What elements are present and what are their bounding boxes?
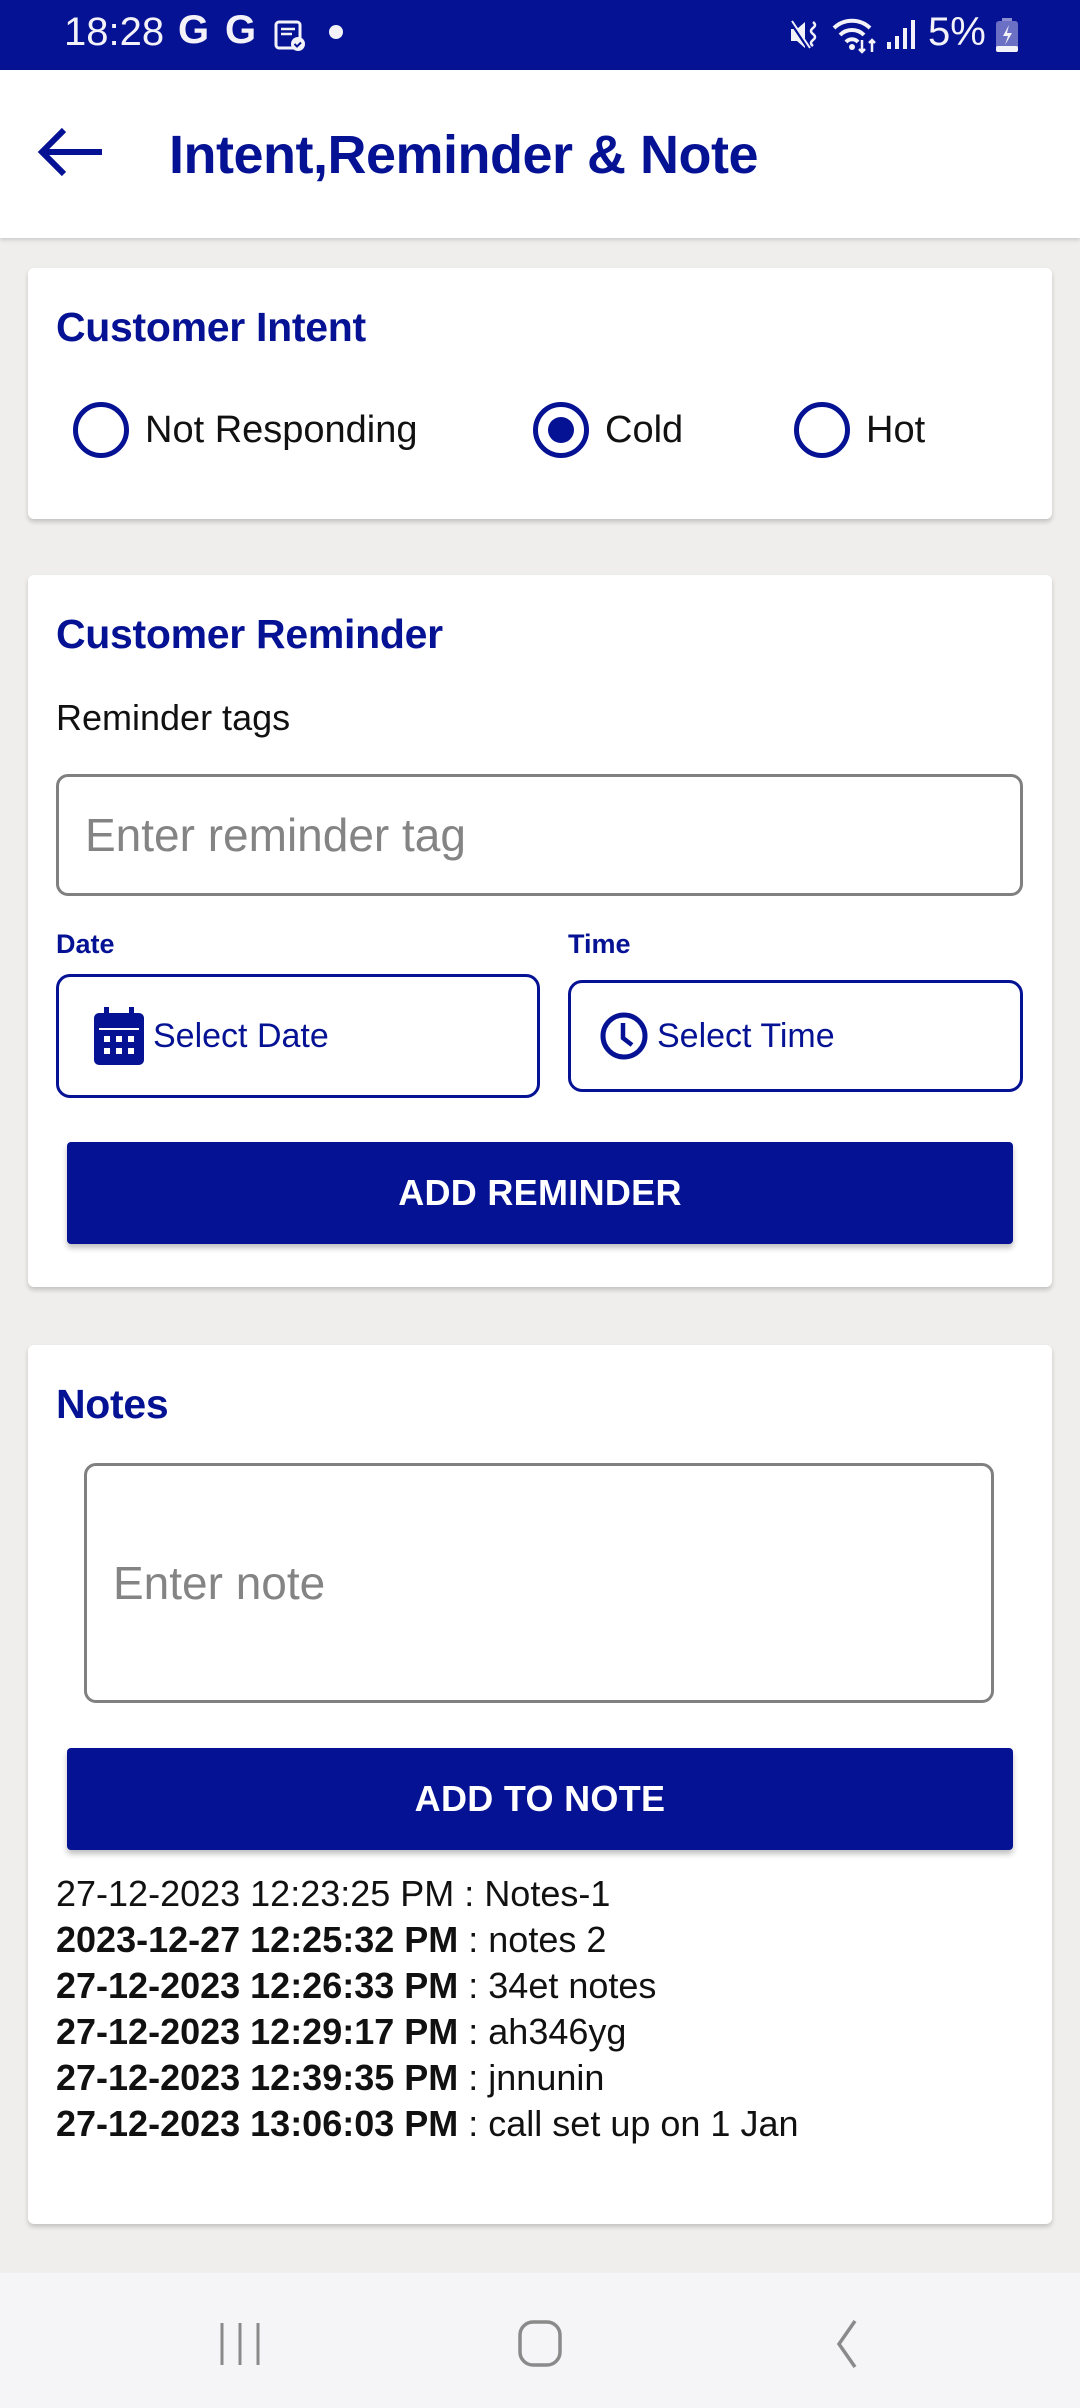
note-separator: : (458, 2057, 489, 2098)
note-text: Notes-1 (484, 1873, 611, 1914)
time-label: Time (568, 929, 631, 959)
note-text: jnnunin (488, 2057, 605, 2098)
google-icon: G (178, 8, 210, 52)
select-time-button[interactable]: Select Time (568, 980, 1023, 1092)
battery-percent: 5% (928, 10, 986, 54)
status-time: 18:28 (64, 10, 165, 54)
note-input[interactable] (113, 1553, 991, 1613)
add-reminder-button[interactable]: ADD REMINDER (67, 1142, 1013, 1244)
radio-button-icon[interactable] (73, 402, 129, 458)
note-item: 2023-12-27 12:25:32 PM : notes 2 (56, 1917, 798, 1963)
recent-apps-icon[interactable] (200, 2313, 280, 2373)
note-timestamp: 2023-12-27 12:25:32 PM (56, 1919, 459, 1960)
select-date-button[interactable]: Select Date (56, 974, 540, 1098)
customer-intent-card: Customer Intent Not Responding Cold Hot (28, 268, 1052, 519)
customer-reminder-card: Customer Reminder Reminder tags Date Tim… (28, 575, 1052, 1287)
radio-button-checked-icon[interactable] (533, 402, 589, 458)
notes-card: Notes ADD TO NOTE 27-12-2023 12:23:25 PM… (28, 1345, 1052, 2224)
customer-reminder-title: Customer Reminder (56, 611, 443, 657)
signal-icon (887, 20, 915, 49)
radio-not-responding[interactable]: Not Responding (73, 400, 418, 460)
page-title: Intent,Reminder & Note (169, 125, 759, 185)
note-timestamp: 27-12-2023 13:06:03 PM (56, 2103, 459, 2144)
radio-cold[interactable]: Cold (533, 400, 683, 460)
note-separator: : (454, 1873, 485, 1914)
note-timestamp: 27-12-2023 12:39:35 PM (56, 2057, 459, 2098)
mute-vibrate-icon (788, 20, 817, 49)
note-separator: : (458, 2011, 489, 2052)
arrow-left-icon[interactable] (36, 122, 106, 182)
calendar-icon (94, 1007, 144, 1065)
task-check-icon (274, 20, 305, 51)
note-text: notes 2 (488, 1919, 607, 1960)
add-to-note-button[interactable]: ADD TO NOTE (67, 1748, 1013, 1850)
note-item: 27-12-2023 13:06:03 PM : call set up on … (56, 2101, 798, 2147)
radio-label: Cold (605, 408, 684, 451)
note-text: 34et notes (488, 1965, 657, 2006)
note-separator: : (458, 2103, 489, 2144)
select-time-label: Select Time (657, 1016, 835, 1055)
note-separator: : (458, 1965, 489, 2006)
wifi-icon (832, 18, 876, 54)
back-icon[interactable] (805, 2313, 885, 2373)
note-timestamp: 27-12-2023 12:29:17 PM (56, 2011, 459, 2052)
reminder-tag-field[interactable] (56, 774, 1023, 896)
reminder-tag-input[interactable] (85, 808, 1020, 862)
notes-list: 27-12-2023 12:23:25 PM : Notes-1 2023-12… (56, 1871, 798, 2147)
customer-intent-title: Customer Intent (56, 304, 366, 350)
battery-charging-icon (996, 18, 1018, 52)
note-field[interactable] (84, 1463, 994, 1703)
select-date-label: Select Date (153, 1016, 329, 1055)
note-item: 27-12-2023 12:29:17 PM : ah346yg (56, 2009, 798, 2055)
radio-label: Not Responding (145, 408, 418, 451)
note-item: 27-12-2023 12:23:25 PM : Notes-1 (56, 1871, 798, 1917)
radio-label: Hot (866, 408, 926, 451)
google-icon: G (225, 8, 257, 52)
note-item: 27-12-2023 12:26:33 PM : 34et notes (56, 1963, 798, 2009)
note-separator: : (458, 1919, 489, 1960)
system-nav-bar (0, 2273, 1080, 2408)
notes-title: Notes (56, 1381, 169, 1427)
reminder-tags-label: Reminder tags (56, 697, 291, 738)
home-icon[interactable] (500, 2313, 580, 2373)
clock-icon (600, 1012, 648, 1060)
note-timestamp: 27-12-2023 12:23:25 PM (56, 1873, 455, 1914)
radio-button-icon[interactable] (794, 402, 850, 458)
dot-icon (329, 25, 343, 39)
date-label: Date (56, 929, 115, 959)
note-text: call set up on 1 Jan (488, 2103, 799, 2144)
note-timestamp: 27-12-2023 12:26:33 PM (56, 1965, 459, 2006)
status-bar: 18:28 G G 5% (0, 0, 1080, 70)
radio-hot[interactable]: Hot (794, 400, 925, 460)
note-text: ah346yg (488, 2011, 627, 2052)
app-bar: Intent,Reminder & Note (0, 70, 1080, 238)
note-item: 27-12-2023 12:39:35 PM : jnnunin (56, 2055, 798, 2101)
